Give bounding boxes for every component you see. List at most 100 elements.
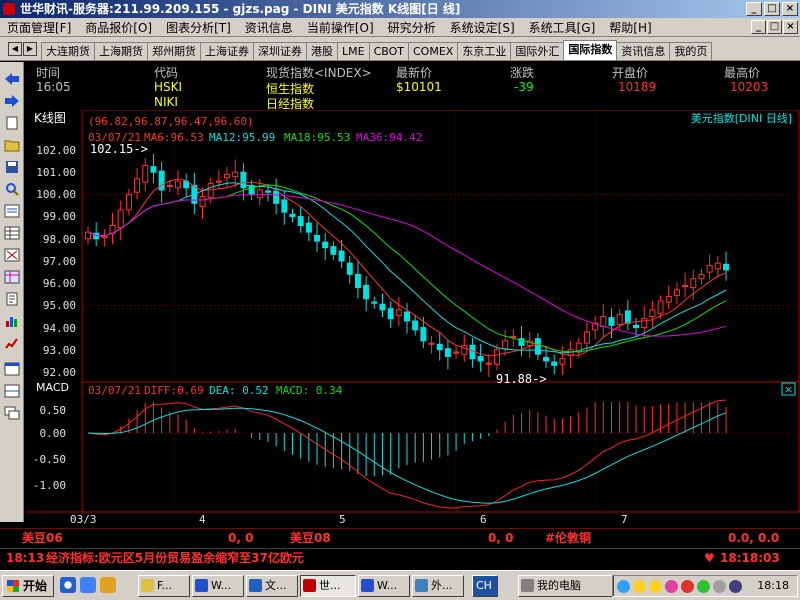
tile-windows-icon[interactable] bbox=[4, 384, 20, 398]
quote-header-time: 时间 bbox=[36, 66, 61, 80]
candle-down bbox=[289, 213, 296, 218]
macd-tick: 0.00 bbox=[40, 427, 67, 440]
menu-tools[interactable]: 系统工具[G] bbox=[522, 19, 603, 36]
kline-chart[interactable]: K线图 (96.82,96.87,96.47,96.60) 03/07/21 M… bbox=[26, 110, 800, 528]
tab-tokyo-industrial[interactable]: 东京工业 bbox=[457, 42, 512, 60]
tab-prev-button[interactable]: ◀ bbox=[8, 42, 22, 56]
candle-down bbox=[281, 199, 288, 213]
taskbar-app-6[interactable]: 外... bbox=[412, 575, 464, 597]
new-page-icon[interactable] bbox=[4, 116, 20, 130]
taskbar-app-5[interactable]: W... bbox=[358, 575, 410, 597]
watch-item-2-name[interactable]: 美豆08 bbox=[290, 529, 331, 547]
taskbar-app-1[interactable]: F... bbox=[138, 575, 190, 597]
y-tick: 96.00 bbox=[43, 277, 76, 290]
heart-icon: ♥ bbox=[704, 551, 715, 565]
minimize-button[interactable]: _ bbox=[746, 2, 762, 16]
tab-my-page[interactable]: 我的页 bbox=[669, 42, 713, 60]
news-headline[interactable]: 经济指标:欧元区5月份贸易盈余缩窄至37亿欧元 bbox=[46, 549, 304, 567]
input-method-indicator[interactable]: CH bbox=[472, 575, 498, 597]
mdi-restore-button[interactable]: □ bbox=[767, 20, 782, 34]
y-tick: 95.00 bbox=[43, 299, 76, 312]
qq-tray-icon[interactable] bbox=[633, 580, 646, 593]
candle-up bbox=[493, 349, 500, 365]
tab-news-info[interactable]: 资讯信息 bbox=[616, 42, 671, 60]
my-computer-toolbar[interactable]: 我的电脑 bbox=[518, 575, 614, 597]
tab-intl-index[interactable]: 国际指数 bbox=[563, 40, 618, 60]
watch-item-1-name[interactable]: 美豆06 bbox=[22, 529, 63, 547]
quote-code[interactable]: HSKI bbox=[154, 80, 182, 94]
start-button[interactable]: 开始 bbox=[2, 575, 54, 597]
menu-current-ops[interactable]: 当前操作[O] bbox=[300, 19, 381, 36]
antivirus-tray-icon[interactable] bbox=[681, 580, 694, 593]
quote-high: 10203 bbox=[730, 80, 769, 94]
quote-code-2[interactable]: NIKI bbox=[154, 95, 178, 109]
menu-page-manage[interactable]: 页面管理[F] bbox=[0, 19, 78, 36]
candle-up bbox=[706, 264, 713, 273]
candle-down bbox=[534, 338, 541, 355]
folder-quicklaunch-icon[interactable] bbox=[100, 577, 116, 593]
tab-next-button[interactable]: ▶ bbox=[23, 42, 37, 56]
watch-item-3-name[interactable]: #伦敦铜 bbox=[545, 529, 591, 547]
table-icon[interactable] bbox=[4, 270, 20, 284]
menu-chart-analysis[interactable]: 图表分析[T] bbox=[159, 19, 238, 36]
ma12-label: MA12:95.99 bbox=[209, 131, 275, 144]
monitor-tray-icon[interactable] bbox=[729, 580, 742, 593]
tab-lme[interactable]: LME bbox=[337, 42, 370, 60]
menu-news[interactable]: 资讯信息 bbox=[238, 19, 300, 36]
close-button[interactable]: × bbox=[782, 2, 798, 16]
bar-chart-icon[interactable] bbox=[4, 314, 20, 328]
candle-up bbox=[428, 342, 435, 345]
candle-down bbox=[404, 311, 410, 322]
cascade-windows-icon[interactable] bbox=[4, 406, 20, 420]
list-view-icon[interactable] bbox=[4, 204, 20, 218]
menu-settings[interactable]: 系统设定[S] bbox=[443, 19, 522, 36]
taskbar-app-2[interactable]: W... bbox=[192, 575, 244, 597]
tab-cbot[interactable]: CBOT bbox=[368, 42, 409, 60]
qq-tray-icon-2[interactable] bbox=[649, 580, 662, 593]
menu-quotes[interactable]: 商品报价[O] bbox=[78, 19, 159, 36]
computer-icon bbox=[521, 579, 534, 592]
tab-comex[interactable]: COMEX bbox=[408, 42, 459, 60]
browser-quicklaunch-icon[interactable] bbox=[60, 577, 76, 593]
macd-close-icon: × bbox=[784, 383, 793, 396]
network-tray-icon[interactable] bbox=[617, 580, 630, 593]
update-tray-icon[interactable] bbox=[697, 580, 710, 593]
mdi-minimize-button[interactable]: _ bbox=[751, 20, 766, 34]
volume-chart-icon[interactable] bbox=[4, 336, 20, 350]
back-arrow-icon[interactable] bbox=[4, 72, 20, 86]
save-icon[interactable] bbox=[4, 160, 20, 174]
candle-up bbox=[690, 278, 697, 289]
help-tray-icon[interactable] bbox=[665, 580, 678, 593]
tab-zhengzhou-futures[interactable]: 郑州期货 bbox=[147, 42, 201, 60]
open-folder-icon[interactable] bbox=[4, 138, 20, 152]
search-icon[interactable] bbox=[4, 182, 20, 196]
watch-item-3-value: 0.0, 0.0 bbox=[728, 531, 780, 545]
cross-chart-icon[interactable] bbox=[4, 248, 20, 262]
window-icon[interactable] bbox=[4, 362, 20, 376]
document-icon[interactable] bbox=[4, 292, 20, 306]
y-tick: 92.00 bbox=[43, 366, 76, 379]
candle-down bbox=[150, 166, 157, 173]
x-tick: 7 bbox=[621, 513, 628, 526]
candle-up bbox=[616, 313, 623, 325]
tab-shanghai-futures[interactable]: 上海期货 bbox=[94, 42, 148, 60]
tab-intl-forex[interactable]: 国际外汇 bbox=[510, 42, 565, 60]
tab-hk-stocks[interactable]: 港股 bbox=[306, 42, 338, 60]
taskbar-app-4[interactable]: 世... bbox=[300, 575, 356, 597]
taskbar-app-3[interactable]: 文... bbox=[246, 575, 298, 597]
macd-title: MACD bbox=[36, 381, 69, 394]
tab-dalian-futures[interactable]: 大连期货 bbox=[41, 42, 95, 60]
menu-research[interactable]: 研究分析 bbox=[381, 19, 443, 36]
grid-view-icon[interactable] bbox=[4, 226, 20, 240]
mdi-close-button[interactable]: × bbox=[783, 20, 798, 34]
maximize-button[interactable]: □ bbox=[764, 2, 780, 16]
desktop-quicklaunch-icon[interactable] bbox=[80, 577, 96, 593]
tab-shenzhen-securities[interactable]: 深圳证券 bbox=[253, 42, 307, 60]
menu-help[interactable]: 帮助[H] bbox=[602, 19, 658, 36]
tab-shanghai-securities[interactable]: 上海证券 bbox=[200, 42, 254, 60]
forward-arrow-icon[interactable] bbox=[4, 94, 20, 108]
volume-tray-icon[interactable] bbox=[713, 580, 726, 593]
left-toolbar bbox=[0, 62, 24, 522]
candle-down bbox=[330, 246, 337, 255]
title-bar: 世华财讯-服务器:211.99.209.155 - gjzs.pag - DIN… bbox=[0, 0, 800, 18]
